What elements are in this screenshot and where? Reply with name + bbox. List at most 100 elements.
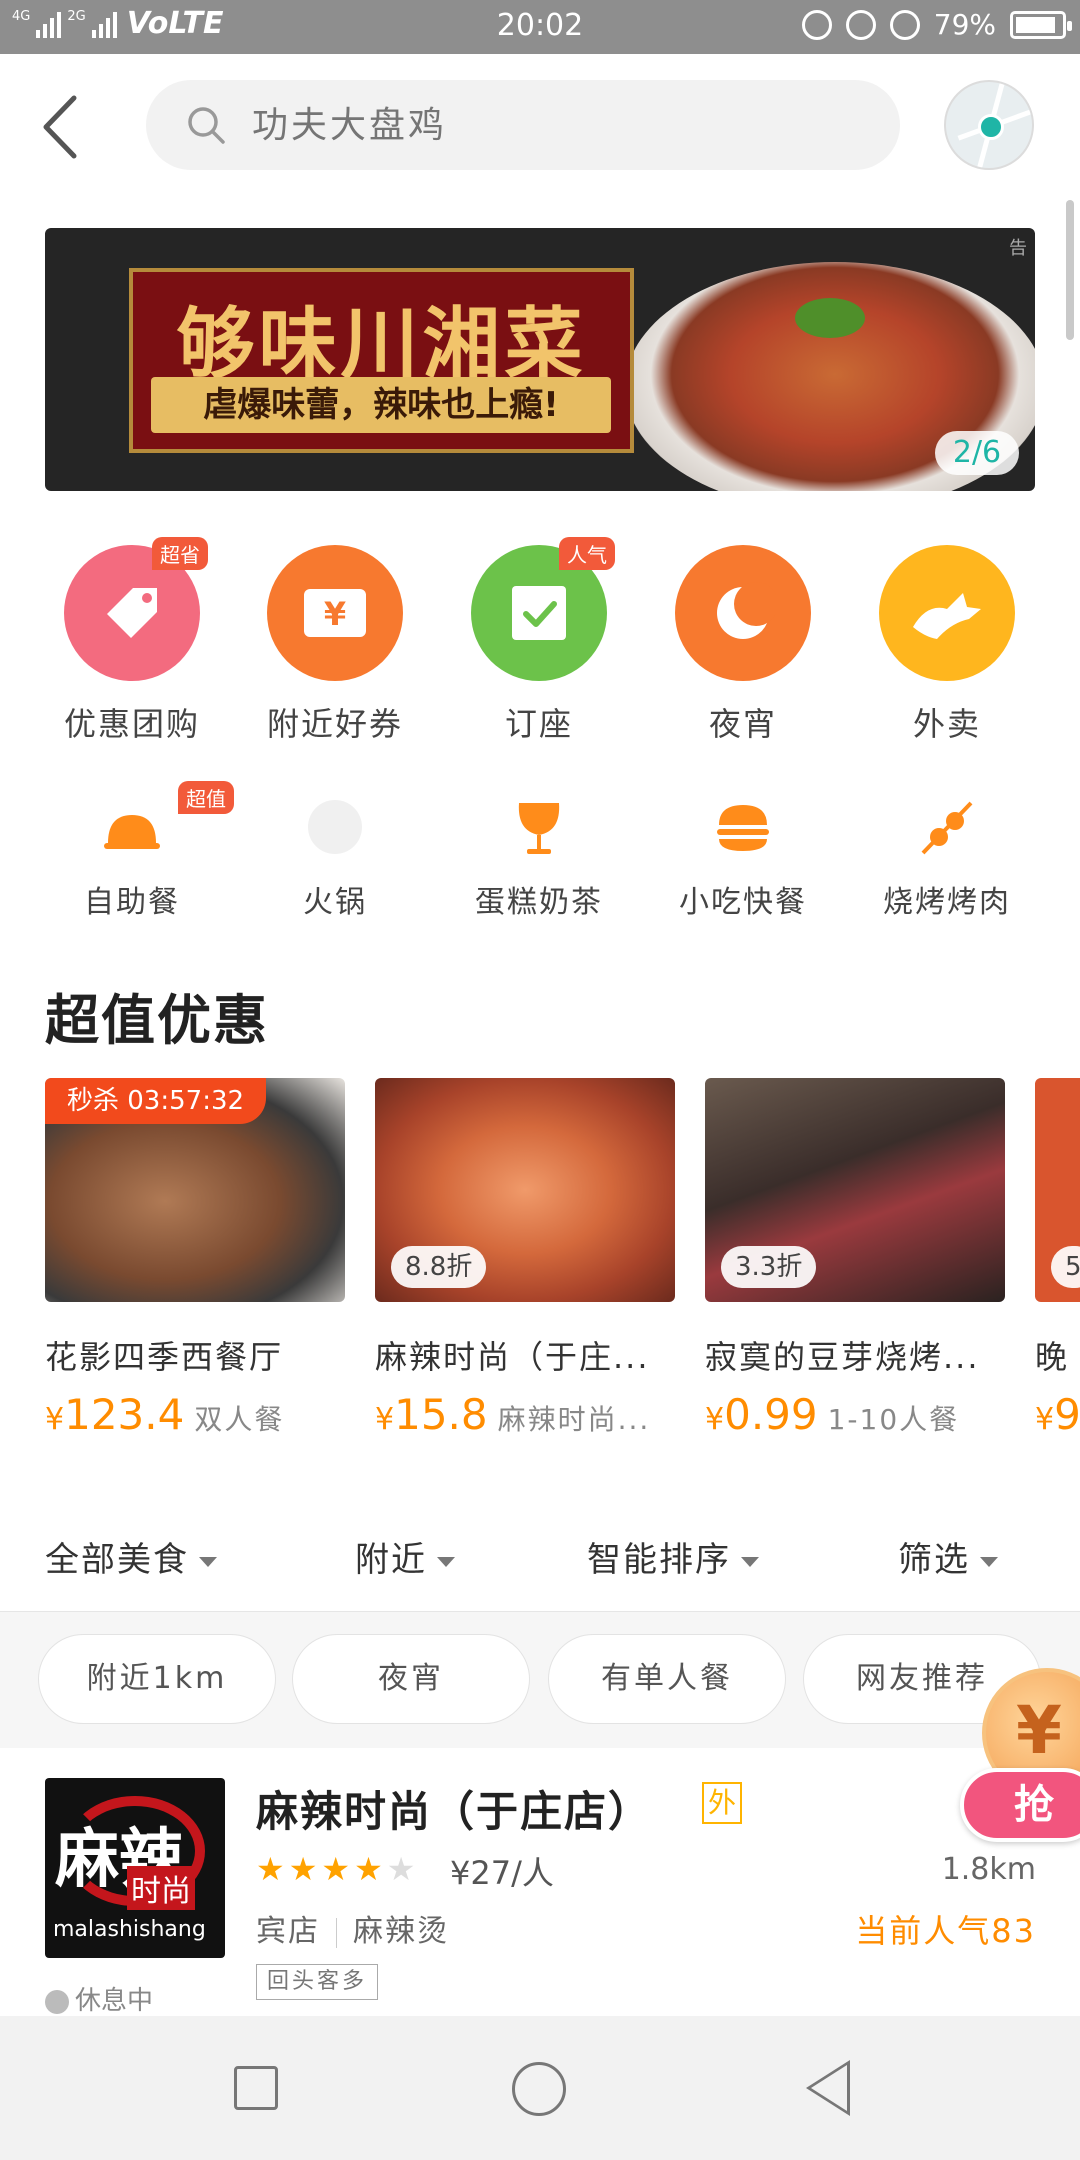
filter-screen[interactable]: 筛选 bbox=[898, 1532, 998, 1581]
deal-image: 秒杀 03:57:32 bbox=[45, 1078, 345, 1302]
shop-list-item[interactable]: 麻辣 时尚 malashishang 麻辣时尚（于庄店） 外 ★★★★★ ¥27… bbox=[0, 1748, 1080, 2016]
banner-title-box: 够味川湘菜 虐爆味蕾，辣味也上瘾! bbox=[129, 268, 634, 453]
battery-icon bbox=[1010, 10, 1072, 39]
subcategory-label: 烧烤烤肉 bbox=[883, 885, 1011, 920]
ad-tag: 告 bbox=[1009, 238, 1027, 259]
flash-sale-timer: 秒杀 03:57:32 bbox=[45, 1078, 267, 1124]
category-group-buy[interactable]: 超省 优惠团购 bbox=[30, 537, 234, 745]
lock-rotation-icon bbox=[845, 9, 876, 40]
category-badge: 人气 bbox=[559, 537, 615, 570]
category-late-night[interactable]: 夜宵 bbox=[641, 545, 845, 745]
deal-image: 8.8折 bbox=[375, 1078, 675, 1302]
search-icon bbox=[188, 107, 225, 144]
category-delivery[interactable]: 外卖 bbox=[845, 545, 1049, 745]
delivery-tag: 外 bbox=[702, 1782, 742, 1824]
scrollbar[interactable] bbox=[1066, 200, 1074, 340]
back-button[interactable] bbox=[36, 92, 86, 162]
deal-price: ¥9 bbox=[1035, 1390, 1080, 1439]
deal-image: 5 bbox=[1035, 1078, 1080, 1302]
subcategory-label: 小吃快餐 bbox=[679, 885, 807, 920]
drink-icon bbox=[507, 795, 571, 859]
category-label: 订座 bbox=[504, 705, 573, 743]
price-per-person: ¥27/人 bbox=[450, 1854, 554, 1892]
back-nav-button[interactable] bbox=[806, 2060, 850, 2116]
search-input[interactable] bbox=[250, 103, 810, 147]
category-label: 外卖 bbox=[912, 705, 981, 743]
home-button[interactable] bbox=[512, 2062, 566, 2116]
chevron-down-icon bbox=[980, 1556, 998, 1567]
subcategory-label: 火锅 bbox=[303, 885, 367, 920]
deal-name: 寂寞的豆芽烧烤... bbox=[705, 1338, 980, 1376]
promo-banner[interactable]: 够味川湘菜 虐爆味蕾，辣味也上瘾! 2/6 告 bbox=[45, 228, 1035, 491]
map-location-icon bbox=[978, 114, 1004, 140]
moon-icon bbox=[675, 545, 811, 681]
subcategory-bbq[interactable]: 烧烤烤肉 bbox=[845, 795, 1049, 921]
subcategory-label: 自助餐 bbox=[84, 885, 180, 920]
skewer-icon bbox=[915, 795, 979, 859]
buffet-icon: 超值 bbox=[100, 781, 234, 859]
battery-percent: 79% bbox=[933, 8, 996, 41]
delivery-icon bbox=[879, 545, 1015, 681]
deal-card[interactable]: 3.3折 寂寞的豆芽烧烤... ¥0.99 1-10人餐 bbox=[705, 1078, 1005, 1439]
subcategory-buffet[interactable]: 超值 自助餐 bbox=[30, 781, 234, 921]
subcategory-row: 超值 自助餐 火锅 蛋糕奶茶 小吃快餐 烧烤烤肉 bbox=[0, 781, 1080, 925]
header bbox=[0, 54, 1080, 204]
deal-name: 晚 bbox=[1035, 1338, 1070, 1376]
deal-name: 麻辣时尚（于庄... bbox=[375, 1338, 650, 1376]
deal-card[interactable]: 5 晚 ¥9 bbox=[1035, 1078, 1080, 1439]
search-bar[interactable] bbox=[146, 80, 900, 170]
deal-price: ¥15.8 bbox=[375, 1390, 488, 1439]
subcategory-badge: 超值 bbox=[178, 781, 234, 814]
banner-subtitle: 虐爆味蕾，辣味也上瘾! bbox=[151, 377, 611, 433]
open-status: 休息中 bbox=[45, 1980, 153, 2017]
chip-single-meal[interactable]: 有单人餐 bbox=[548, 1634, 786, 1724]
deal-note: 麻辣时尚... bbox=[497, 1403, 651, 1436]
discount-badge: 3.3折 bbox=[721, 1246, 817, 1288]
chip-nearby-1km[interactable]: 附近1km bbox=[38, 1634, 276, 1724]
deal-note: 双人餐 bbox=[194, 1403, 285, 1436]
category-label: 优惠团购 bbox=[63, 705, 200, 743]
rating-stars: ★★★★★ bbox=[256, 1850, 420, 1888]
category-circle: ¥ bbox=[267, 545, 403, 681]
category-row: 超省 优惠团购 ¥ 附近好券 人气 订座 夜宵 外卖 bbox=[0, 537, 1080, 745]
map-location-button[interactable] bbox=[944, 80, 1034, 170]
shop-logo: 麻辣 时尚 malashishang bbox=[45, 1778, 225, 1958]
back-icon bbox=[43, 95, 77, 159]
chevron-down-icon bbox=[741, 1556, 759, 1567]
filter-nearby[interactable]: 附近 bbox=[355, 1532, 455, 1581]
recent-apps-button[interactable] bbox=[234, 2066, 278, 2110]
subcategory-hotpot[interactable]: 火锅 bbox=[233, 795, 437, 921]
burger-icon bbox=[711, 795, 775, 859]
deal-card[interactable]: 秒杀 03:57:32 花影四季西餐厅 ¥123.4 双人餐 bbox=[45, 1078, 345, 1439]
category-circle bbox=[675, 545, 811, 681]
popularity: 当前人气83 bbox=[855, 1912, 1036, 1950]
deal-note: 1-10人餐 bbox=[827, 1403, 960, 1436]
grab-button[interactable]: 抢 bbox=[960, 1768, 1080, 1842]
distance: 1.8km bbox=[941, 1852, 1036, 1887]
filter-bar: 全部美食 附近 智能排序 筛选 bbox=[0, 1500, 1080, 1612]
alarm-icon bbox=[889, 9, 920, 40]
category-circle: 人气 bbox=[471, 537, 615, 681]
filter-all-food[interactable]: 全部美食 bbox=[45, 1532, 217, 1581]
coupon-icon: ¥ bbox=[267, 545, 403, 681]
subcategory-snacks[interactable]: 小吃快餐 bbox=[641, 795, 845, 921]
chevron-down-icon bbox=[437, 1556, 455, 1567]
category-coupons[interactable]: ¥ 附近好券 bbox=[233, 545, 437, 745]
system-nav-bar bbox=[0, 2016, 1080, 2160]
shop-category: 宾店 麻辣烫 bbox=[256, 1914, 449, 1949]
discount-badge: 8.8折 bbox=[391, 1246, 487, 1288]
category-label: 附近好券 bbox=[266, 705, 403, 743]
banner-pager: 2/6 bbox=[935, 431, 1019, 475]
deal-image: 3.3折 bbox=[705, 1078, 1005, 1302]
category-badge: 超省 bbox=[152, 537, 208, 570]
subcategory-cake-tea[interactable]: 蛋糕奶茶 bbox=[437, 795, 641, 921]
category-label: 夜宵 bbox=[708, 705, 777, 743]
deal-price: ¥123.4 bbox=[45, 1390, 185, 1439]
category-reservation[interactable]: 人气 订座 bbox=[437, 537, 641, 745]
discount-badge: 5 bbox=[1051, 1246, 1080, 1288]
chip-late-night[interactable]: 夜宵 bbox=[292, 1634, 530, 1724]
deal-price: ¥0.99 bbox=[705, 1390, 818, 1439]
filter-sort[interactable]: 智能排序 bbox=[587, 1532, 759, 1581]
mute-icon bbox=[801, 9, 832, 40]
deal-card[interactable]: 8.8折 麻辣时尚（于庄... ¥15.8 麻辣时尚... bbox=[375, 1078, 675, 1439]
